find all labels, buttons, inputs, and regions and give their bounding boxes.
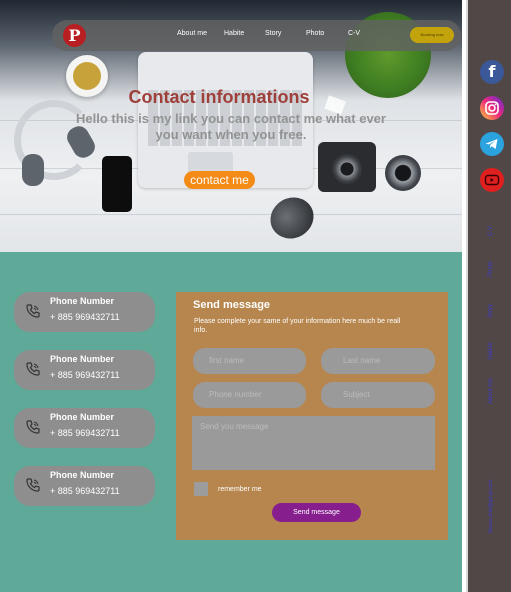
camera-image (318, 142, 376, 192)
phone-icon (26, 304, 40, 318)
nav-link-habite[interactable]: Habite (224, 30, 244, 37)
first-name-input[interactable]: first name (193, 348, 306, 374)
contact-email-link[interactable]: theara.ichiti@gmail.com (488, 480, 494, 533)
phone-icon (26, 420, 40, 434)
camera-lens-image (385, 155, 421, 191)
desk-plank-line (0, 214, 462, 215)
phone-card: Phone Number + 885 969432711 (14, 408, 155, 448)
phone-number: + 885 969432711 (50, 428, 120, 438)
smartphone-image (102, 156, 132, 212)
send-message-form: Send message Please complete your same o… (176, 292, 448, 540)
booking-button[interactable]: Booking now (410, 27, 454, 43)
instagram-icon[interactable] (480, 96, 504, 120)
remember-me-label: remember me (218, 486, 262, 493)
last-name-input[interactable]: Last name (321, 348, 435, 374)
send-message-button[interactable]: Send message (272, 503, 361, 522)
top-navbar: P About me Habite Story Photo C-V Bookin… (52, 20, 461, 51)
nav-link-story[interactable]: Story (265, 30, 281, 37)
phone-card: Phone Number + 885 969432711 (14, 350, 155, 390)
phone-number: + 885 969432711 (50, 312, 120, 322)
message-textarea[interactable]: Send you message (192, 416, 435, 470)
form-title: Send message (193, 299, 271, 311)
phone-label: Phone Number (50, 296, 115, 306)
phone-label: Phone Number (50, 354, 115, 364)
form-description: Please complete your same of your inform… (194, 318, 401, 334)
remember-me-checkbox[interactable] (194, 482, 208, 496)
phone-icon (26, 478, 40, 492)
side-link-photo[interactable]: Photo (488, 257, 494, 281)
phone-label: Phone Number (50, 470, 115, 480)
subject-input[interactable]: Subject (321, 382, 435, 408)
side-link-about-me[interactable]: About me (488, 378, 494, 404)
phone-number: + 885 969432711 (50, 486, 120, 496)
side-link-story[interactable]: Story (488, 299, 494, 323)
hero-subtitle: Hello this is my link you can contact me… (76, 111, 386, 142)
nav-link-about-me[interactable]: About me (177, 30, 207, 37)
phone-number: + 885 969432711 (50, 370, 120, 380)
phone-card: Phone Number + 885 969432711 (14, 292, 155, 332)
youtube-icon[interactable] (480, 168, 504, 192)
right-sidebar: f C-V Photo Story Habite About me theara… (466, 0, 511, 592)
nav-link-photo[interactable]: Photo (306, 30, 324, 37)
pinterest-icon[interactable]: P (63, 24, 86, 47)
phone-card: Phone Number + 885 969432711 (14, 466, 155, 506)
nav-link-cv[interactable]: C-V (348, 30, 360, 37)
phone-label: Phone Number (50, 412, 115, 422)
hero-title: Contact informations (128, 87, 310, 107)
side-link-cv[interactable]: C-V (488, 219, 494, 243)
side-link-habite[interactable]: Habite (488, 339, 494, 363)
contact-me-button[interactable]: contact me (184, 171, 255, 189)
headphone-cup-image (22, 154, 44, 186)
facebook-icon[interactable]: f (480, 60, 504, 84)
phone-icon (26, 362, 40, 376)
telegram-icon[interactable] (480, 132, 504, 156)
mouse-image (262, 189, 322, 247)
phone-number-input[interactable]: Phone number (193, 382, 306, 408)
